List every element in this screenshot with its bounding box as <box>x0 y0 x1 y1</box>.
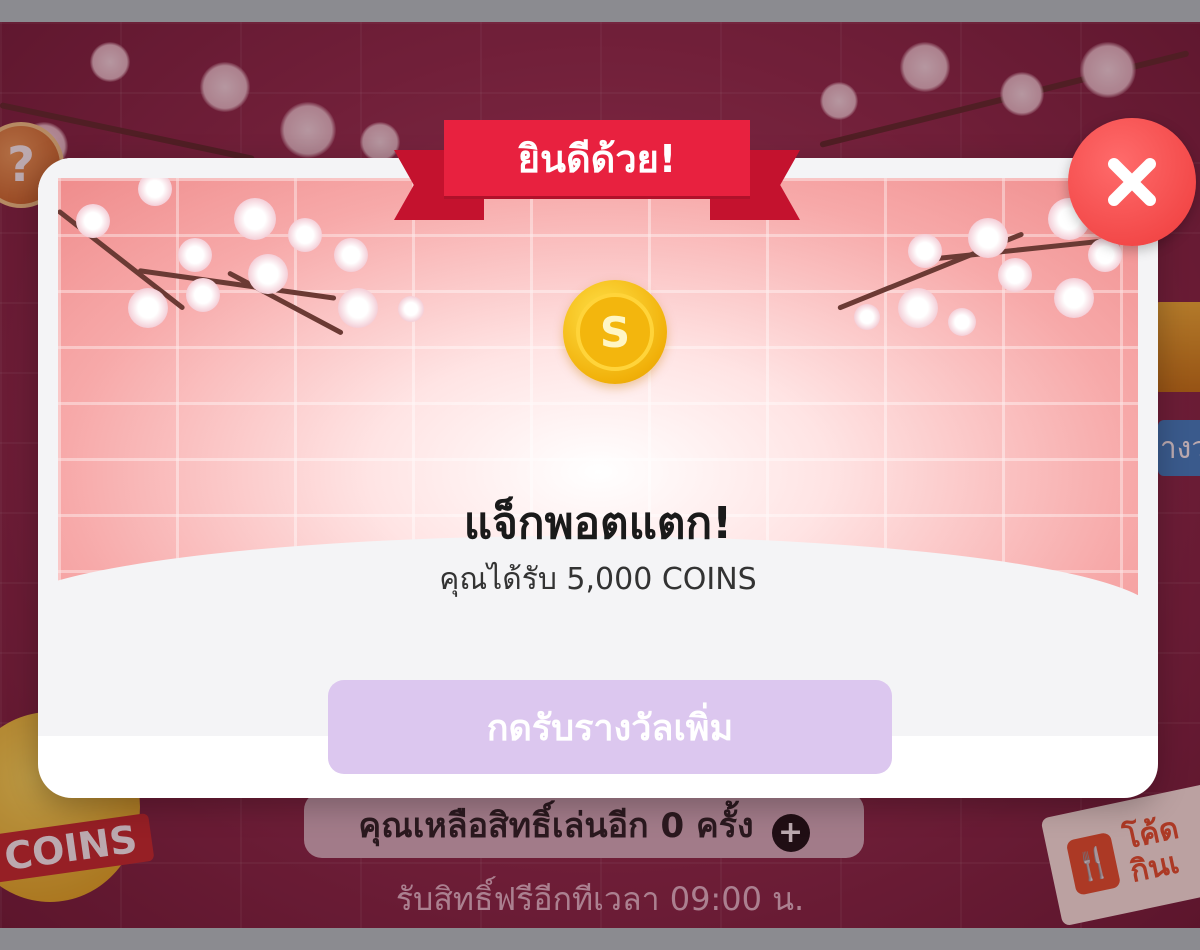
coin-icon: S <box>563 280 667 384</box>
blossom <box>248 254 288 294</box>
blossom <box>288 218 322 252</box>
blossom <box>398 296 424 322</box>
congrats-ribbon: ยินดีด้วย! <box>444 120 750 196</box>
jackpot-modal: S แจ็กพอตแตก! คุณได้รับ 5,000 COINS กดรั… <box>38 158 1158 798</box>
jackpot-headline: แจ็กพอตแตก! <box>463 498 733 549</box>
blossom <box>76 204 110 238</box>
blossom <box>338 288 378 328</box>
reward-text: คุณได้รับ 5,000 COINS <box>439 562 757 597</box>
ribbon-title: ยินดีด้วย! <box>517 136 677 181</box>
blossom <box>948 308 976 336</box>
claim-more-button[interactable]: กดรับรางวัลเพิ่ม <box>328 680 892 774</box>
blossom <box>908 234 942 268</box>
blossom <box>128 288 168 328</box>
blossom <box>186 278 220 312</box>
blossom <box>968 218 1008 258</box>
blossom <box>334 238 368 272</box>
blossom <box>1054 278 1094 318</box>
close-icon <box>1108 158 1156 206</box>
blossom <box>234 198 276 240</box>
blossom <box>854 304 880 330</box>
close-button[interactable] <box>1068 118 1196 246</box>
blossom <box>178 238 212 272</box>
blossom <box>998 258 1032 292</box>
coin-symbol: S <box>576 293 654 371</box>
modal-hero: S แจ็กพอตแตก! คุณได้รับ 5,000 COINS <box>38 158 1158 736</box>
blossom <box>898 288 938 328</box>
